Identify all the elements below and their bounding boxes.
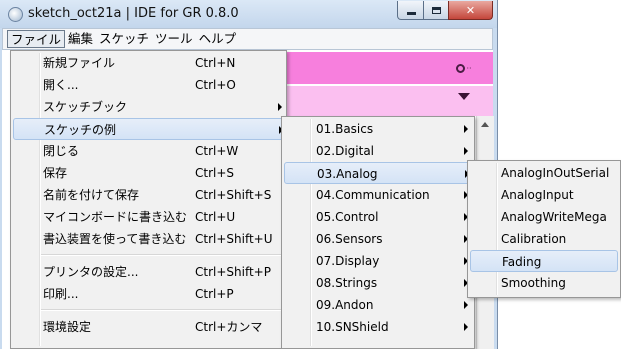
menu-help[interactable]: ヘルプ bbox=[196, 30, 240, 48]
submenu-arrow-icon bbox=[464, 125, 468, 133]
file-menu-item-page-setup[interactable]: プリンタの設定... Ctrl+Shift+P bbox=[13, 261, 284, 283]
menu-bar: ファイル 編集 スケッチ ツール ヘルプ bbox=[2, 28, 493, 50]
file-menu-item-print[interactable]: 印刷... Ctrl+P bbox=[13, 283, 284, 305]
file-menu: 新規ファイル Ctrl+N 開く... Ctrl+O スケッチブック スケッチの… bbox=[10, 50, 287, 349]
examples-item-display[interactable]: 07.Display bbox=[284, 250, 472, 272]
file-menu-item-upload-programmer[interactable]: 書込装置を使って書き込む Ctrl+Shift+U bbox=[13, 228, 284, 250]
menu-separator bbox=[41, 254, 282, 256]
submenu-arrow-icon bbox=[464, 323, 468, 331]
menu-separator bbox=[41, 309, 282, 311]
examples-submenu: 01.Basics 02.Digital 03.Analog 04.Commun… bbox=[281, 116, 475, 349]
examples-item-sensors[interactable]: 06.Sensors bbox=[284, 228, 472, 250]
file-menu-item-examples[interactable]: スケッチの例 bbox=[13, 118, 284, 140]
analog-item-input[interactable]: AnalogInput bbox=[470, 184, 618, 206]
submenu-arrow-icon bbox=[278, 103, 282, 111]
menu-sketch[interactable]: スケッチ bbox=[96, 30, 152, 48]
file-menu-item-new[interactable]: 新規ファイル Ctrl+N bbox=[13, 52, 284, 74]
serial-monitor-button[interactable]: ·· bbox=[453, 59, 475, 77]
app-icon bbox=[8, 7, 23, 22]
minimize-button[interactable] bbox=[397, 1, 425, 20]
file-menu-item-open[interactable]: 開く... Ctrl+O bbox=[13, 74, 284, 96]
analog-submenu: AnalogInOutSerial AnalogInput AnalogWrit… bbox=[467, 160, 621, 298]
window-title: sketch_oct21a | IDE for GR 0.8.0 bbox=[28, 6, 239, 21]
serial-monitor-icon bbox=[456, 63, 466, 73]
close-button[interactable]: ✕ bbox=[448, 1, 493, 20]
examples-item-basics[interactable]: 01.Basics bbox=[284, 118, 472, 140]
analog-item-writemega[interactable]: AnalogWriteMega bbox=[470, 206, 618, 228]
examples-item-analog[interactable]: 03.Analog bbox=[284, 162, 472, 184]
file-menu-item-upload[interactable]: マイコンボードに書き込む Ctrl+U bbox=[13, 206, 284, 228]
menu-file[interactable]: ファイル bbox=[7, 30, 66, 48]
file-menu-item-preferences[interactable]: 環境設定 Ctrl+カンマ bbox=[13, 316, 284, 338]
examples-item-strings[interactable]: 08.Strings bbox=[284, 272, 472, 294]
examples-item-digital[interactable]: 02.Digital bbox=[284, 140, 472, 162]
examples-item-andon[interactable]: 09.Andon bbox=[284, 294, 472, 316]
analog-item-fading[interactable]: Fading bbox=[470, 250, 618, 272]
tab-bar bbox=[285, 86, 493, 116]
minimize-icon bbox=[406, 11, 416, 15]
title-bar[interactable]: sketch_oct21a | IDE for GR 0.8.0 ✕ bbox=[0, 0, 497, 28]
analog-item-smoothing[interactable]: Smoothing bbox=[470, 272, 618, 294]
menu-edit[interactable]: 編集 bbox=[65, 30, 96, 48]
submenu-arrow-icon bbox=[464, 147, 468, 155]
maximize-button[interactable] bbox=[423, 1, 450, 20]
close-icon: ✕ bbox=[465, 3, 476, 17]
examples-item-communication[interactable]: 04.Communication bbox=[284, 184, 472, 206]
maximize-icon bbox=[432, 6, 441, 14]
scroll-up-icon[interactable] bbox=[481, 122, 489, 127]
tab-dropdown-icon[interactable] bbox=[458, 93, 470, 100]
file-menu-item-save-as[interactable]: 名前を付けて保存 Ctrl+Shift+S bbox=[13, 184, 284, 206]
examples-item-snshield[interactable]: 10.SNShield bbox=[284, 316, 472, 338]
file-menu-item-close[interactable]: 閉じる Ctrl+W bbox=[13, 140, 284, 162]
submenu-arrow-icon bbox=[464, 301, 468, 309]
file-menu-item-sketchbook[interactable]: スケッチブック bbox=[13, 96, 284, 118]
analog-item-inoutserial[interactable]: AnalogInOutSerial bbox=[470, 162, 618, 184]
analog-item-calibration[interactable]: Calibration bbox=[470, 228, 618, 250]
menu-tools[interactable]: ツール bbox=[152, 30, 196, 48]
file-menu-item-save[interactable]: 保存 Ctrl+S bbox=[13, 162, 284, 184]
examples-item-control[interactable]: 05.Control bbox=[284, 206, 472, 228]
